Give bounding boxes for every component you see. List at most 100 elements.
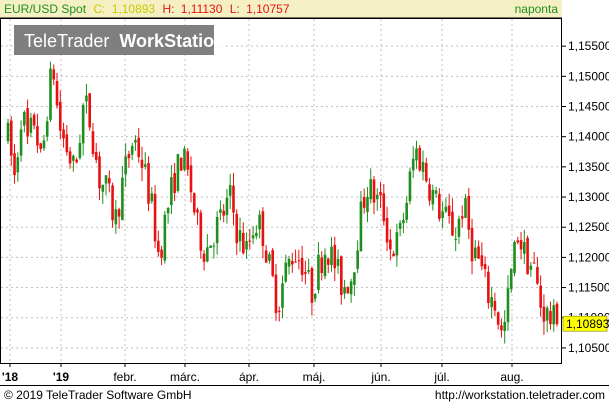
candle-body: [519, 240, 523, 250]
candle-body: [313, 293, 317, 299]
candle: [153, 185, 157, 249]
candle-body: [545, 307, 549, 321]
candle-body: [166, 208, 170, 214]
candle-body: [532, 262, 536, 264]
y-tick-label: 1,10500: [568, 341, 609, 355]
candle-body: [493, 300, 497, 311]
candle-body: [291, 261, 294, 265]
candle-body: [451, 211, 454, 236]
candle-body: [411, 158, 415, 171]
candle-body: [307, 270, 310, 272]
x-tick-label: ápr.: [239, 370, 259, 384]
candle-body: [183, 148, 186, 170]
close-value: 1,10893: [112, 2, 156, 16]
high-value: 1,11130: [181, 2, 223, 16]
candle-body: [173, 173, 176, 193]
chart-root: EUR/USD Spot C: 1,10893 H: 1,11130 L: 1,…: [0, 0, 609, 404]
footer-url[interactable]: http://workstation.teletrader.com: [435, 388, 605, 402]
candle-body: [16, 157, 20, 173]
y-tick-label: 1,13500: [568, 160, 609, 174]
candle-body: [503, 321, 507, 331]
y-tick-label: 1,12000: [568, 250, 609, 264]
candle-body: [121, 177, 124, 220]
candle-body: [408, 171, 412, 202]
candle-body: [78, 142, 82, 158]
candle-body: [238, 230, 242, 242]
candle-body: [402, 219, 405, 224]
candle-body: [219, 209, 222, 213]
candle-body: [330, 246, 333, 266]
candle-body: [382, 193, 386, 222]
candle-body: [13, 153, 16, 176]
x-tick-label: jún.: [370, 370, 390, 384]
candle-body: [114, 209, 118, 225]
candle-body: [117, 209, 121, 217]
candle-body: [206, 247, 209, 262]
candle-body: [385, 217, 389, 243]
candle-body: [143, 164, 147, 167]
candle-body: [418, 147, 422, 171]
candle-body: [320, 257, 324, 273]
candle-body: [490, 297, 493, 308]
y-tick-label: 1,12500: [568, 220, 609, 234]
candle-body: [271, 250, 274, 276]
candle-body: [91, 131, 95, 155]
candle: [418, 145, 422, 172]
candle-body: [212, 245, 216, 247]
candle-body: [428, 184, 431, 201]
candle: [179, 156, 183, 171]
candle-body: [88, 93, 91, 128]
high-label: H:: [162, 2, 174, 16]
candle-body: [23, 111, 26, 126]
x-tick-label: aug.: [500, 370, 523, 384]
candle-body: [483, 264, 487, 269]
candle: [49, 61, 52, 122]
y-tick-label: 1,14500: [568, 100, 609, 114]
candle-body: [392, 253, 395, 257]
candle-body: [480, 255, 484, 267]
candle-body: [261, 211, 265, 246]
x-tick-label: '18: [2, 370, 19, 384]
candle-body: [160, 249, 163, 258]
candle-body: [98, 156, 101, 189]
candle-body: [310, 268, 314, 303]
candle-body: [127, 153, 131, 159]
candle-body: [274, 274, 278, 314]
candle-body: [549, 310, 552, 325]
candle-body: [454, 238, 457, 240]
candle-body: [447, 205, 451, 216]
candle-body: [104, 175, 108, 184]
candle-body: [500, 325, 503, 331]
candle-body: [304, 272, 307, 274]
candle-body: [297, 260, 301, 262]
candle-body: [186, 151, 190, 170]
candle-body: [523, 241, 526, 254]
candle: [147, 156, 150, 212]
candle-body: [424, 162, 428, 182]
candle-body: [248, 240, 252, 242]
candle-body: [241, 232, 245, 254]
candle-body: [431, 189, 435, 205]
candle: [555, 301, 559, 327]
candle-body: [32, 114, 36, 126]
candle-body: [6, 122, 10, 142]
candle-body: [369, 179, 373, 200]
candle-body: [189, 165, 193, 193]
candle: [487, 265, 490, 309]
candle-body: [215, 216, 219, 244]
period-label[interactable]: naponta: [515, 2, 559, 16]
candle-body: [45, 121, 49, 137]
candle-body: [457, 218, 461, 237]
candle-body: [294, 261, 297, 263]
candle-body: [209, 245, 212, 249]
candle-body: [317, 254, 320, 290]
low-label: L:: [230, 2, 240, 16]
low-value: 1,10757: [246, 2, 290, 16]
candle-body: [287, 258, 291, 267]
candle-body: [245, 241, 248, 250]
candle-body: [284, 262, 288, 282]
x-tick-label: febr.: [113, 370, 136, 384]
candle-body: [140, 159, 144, 168]
candle: [183, 146, 186, 172]
candle-body: [349, 281, 353, 295]
